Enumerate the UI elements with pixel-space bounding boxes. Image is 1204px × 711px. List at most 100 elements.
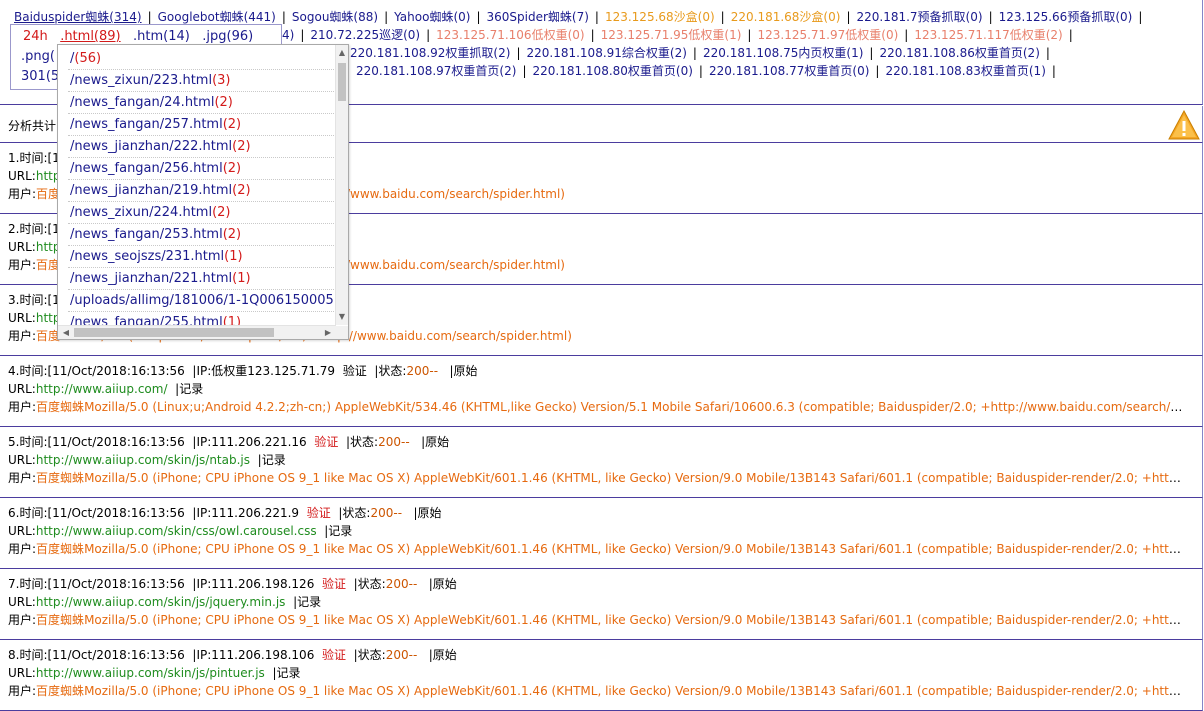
raw-link[interactable]: |原始 xyxy=(413,506,441,520)
entry-url-link[interactable]: http://www.aiiup.com/skin/js/jquery.min.… xyxy=(36,595,286,609)
record-link[interactable]: |记录 xyxy=(293,595,321,609)
filter-24h[interactable]: 24h xyxy=(23,29,48,44)
separator: | xyxy=(1068,28,1073,42)
dropdown-url-item[interactable]: /news_fangan/253.html(2) xyxy=(68,225,334,246)
filter-partial[interactable]: 4) xyxy=(282,28,294,42)
filter-301[interactable]: 301(5 xyxy=(21,69,59,84)
separator: | xyxy=(698,64,703,78)
dropdown-url-item[interactable]: /news_fangan/256.html(2) xyxy=(68,159,334,180)
entry-useragent: Mozilla/5.0 (iPhone; CPU iPhone OS 9_1 l… xyxy=(84,613,1188,627)
spider-filter-row-4: 220.181.108.97权重首页(2) | 220.181.108.80权重首页… xyxy=(356,62,1062,80)
entry-status-label: |状态: xyxy=(338,506,371,520)
filter-ip-weight-1[interactable]: 220.181.108.92权重抓取(2) xyxy=(350,46,510,60)
log-entry: 6.时间:[11/Oct/2018:16:13:56 |IP:111.206.2… xyxy=(0,498,1203,569)
scroll-down-arrow-icon[interactable]: ▼ xyxy=(336,311,348,323)
dropdown-url-count: (1) xyxy=(232,271,251,286)
filter-htm[interactable]: .htm(14) xyxy=(133,29,190,44)
dropdown-url-item[interactable]: /news_fangan/24.html(2) xyxy=(68,93,334,114)
separator: | xyxy=(300,28,305,42)
entry-url-line: URL:http://www.aiiup.com/skin/js/pintuer… xyxy=(8,664,301,682)
filter-ip-patrol[interactable]: 210.72.225巡逻(0) xyxy=(310,28,420,42)
filter-ip-home-2[interactable]: 220.181.108.80权重首页(0) xyxy=(532,64,692,78)
entry-status: 200-- xyxy=(378,435,410,449)
entry-ip: |IP:111.206.198.126 xyxy=(192,577,315,591)
dropdown-horizontal-scrollbar[interactable]: ◀ ▶ xyxy=(58,325,336,339)
dropdown-url-path: /news_jianzhan/222.html xyxy=(70,139,233,154)
dropdown-url-item[interactable]: /news_zixun/224.html(2) xyxy=(68,203,334,224)
entry-time: 8.时间:[11/Oct/2018:16:13:56 xyxy=(8,648,185,662)
record-link[interactable]: |记录 xyxy=(272,666,300,680)
filter-360spider[interactable]: 360Spider蜘蛛(7) xyxy=(487,10,589,24)
entry-url-link[interactable]: http://www.aiiup.com/ xyxy=(36,382,168,396)
verify-link[interactable]: 验证 xyxy=(307,506,331,520)
dropdown-url-item[interactable]: /news_jianzhan/221.html(1) xyxy=(68,269,334,290)
verify-link[interactable]: 验证 xyxy=(322,577,346,591)
raw-link[interactable]: |原始 xyxy=(421,435,449,449)
dropdown-vertical-scrollbar[interactable]: ▲ ▼ xyxy=(335,45,348,325)
filter-ip-low-3[interactable]: 123.125.71.97低权重(0) xyxy=(757,28,898,42)
filter-ip-low-1[interactable]: 123.125.71.106低权重(0) xyxy=(436,28,584,42)
filter-ip-weight-4[interactable]: 220.181.108.86权重首页(2) xyxy=(879,46,1039,60)
filter-ip-low-2[interactable]: 123.125.71.95低权重(1) xyxy=(601,28,742,42)
dropdown-url-item[interactable]: /news_zixun/223.html(3) xyxy=(68,71,334,92)
dropdown-url-count: (1) xyxy=(224,249,243,264)
raw-link[interactable]: |原始 xyxy=(429,648,457,662)
scroll-thumb-horizontal[interactable] xyxy=(74,328,274,337)
dropdown-url-item[interactable]: /news_jianzhan/222.html(2) xyxy=(68,137,334,158)
dropdown-url-item[interactable]: /news_seojszs/231.html(1) xyxy=(68,247,334,268)
filter-ip-sandbox-2[interactable]: 220.181.68沙盒(0) xyxy=(731,10,841,24)
separator: | xyxy=(846,10,851,24)
verify-link[interactable]: 验证 xyxy=(322,648,346,662)
dropdown-url-item[interactable]: /news_jianzhan/219.html(2) xyxy=(68,181,334,202)
separator: | xyxy=(692,46,697,60)
scroll-up-arrow-icon[interactable]: ▲ xyxy=(336,47,348,59)
filter-ip-home-3[interactable]: 220.181.108.77权重首页(0) xyxy=(709,64,869,78)
dropdown-url-item[interactable]: /news_fangan/257.html(2) xyxy=(68,115,334,136)
dropdown-url-path: /news_zixun/224.html xyxy=(70,205,213,220)
entry-url-label: URL: xyxy=(8,453,36,467)
scroll-right-arrow-icon[interactable]: ▶ xyxy=(322,326,334,339)
verify-link[interactable]: 验证 xyxy=(314,435,338,449)
filter-ip-weight-3[interactable]: 220.181.108.75内页权重(1) xyxy=(703,46,863,60)
scroll-left-arrow-icon[interactable]: ◀ xyxy=(60,326,72,339)
entry-url-label: URL: xyxy=(8,595,36,609)
entry-status: 200-- xyxy=(385,577,418,591)
scroll-thumb[interactable] xyxy=(338,63,346,101)
separator: | xyxy=(147,10,152,24)
verify-link[interactable]: 验证 xyxy=(343,364,367,378)
filter-png[interactable]: .png( xyxy=(21,49,55,64)
entry-url-link[interactable]: http://www.aiiup.com/skin/js/pintuer.js xyxy=(36,666,265,680)
filter-sogou[interactable]: Sogou蜘蛛(88) xyxy=(292,10,378,24)
entry-url-link[interactable]: http://www.aiiup.com/skin/css/owl.carous… xyxy=(36,524,317,538)
entry-status-label: |状态: xyxy=(374,364,407,378)
filter-baiduspider[interactable]: Baiduspider蜘蛛(314) xyxy=(14,10,142,24)
filter-ip-weight-2[interactable]: 220.181.108.91综合权重(2) xyxy=(526,46,686,60)
entry-time: 6.时间:[11/Oct/2018:16:13:56 xyxy=(8,506,185,520)
entry-time: 5.时间:[11/Oct/2018:16:13:56 xyxy=(8,435,185,449)
filter-ip-home-4[interactable]: 220.181.108.83权重首页(1) xyxy=(885,64,1045,78)
dropdown-url-count: (2) xyxy=(232,139,251,154)
filter-jpg[interactable]: .jpg(96) xyxy=(202,29,253,44)
entry-time: 1.时间:[1 xyxy=(8,151,60,165)
filter-ip-home-1[interactable]: 220.181.108.97权重首页(2) xyxy=(356,64,516,78)
filter-ip-prefetch-1[interactable]: 220.181.7预备抓取(0) xyxy=(856,10,982,24)
filter-yahoo[interactable]: Yahoo蜘蛛(0) xyxy=(394,10,470,24)
warning-icon[interactable] xyxy=(1168,110,1200,140)
record-link[interactable]: |记录 xyxy=(324,524,352,538)
filter-ip-prefetch-2[interactable]: 123.125.66预备抓取(0) xyxy=(999,10,1133,24)
filter-ip-low-4[interactable]: 123.125.71.117低权重(2) xyxy=(914,28,1062,42)
dropdown-url-item[interactable]: /uploads/allimg/181006/1-1Q00615000546 xyxy=(68,291,334,312)
raw-link[interactable]: |原始 xyxy=(429,577,457,591)
record-link[interactable]: |记录 xyxy=(175,382,203,396)
dropdown-url-item[interactable]: /(56) xyxy=(68,49,334,70)
record-link[interactable]: |记录 xyxy=(258,453,286,467)
filter-googlebot[interactable]: Googlebot蜘蛛(441) xyxy=(158,10,276,24)
entry-url-link[interactable]: http://www.aiiup.com/skin/js/ntab.js xyxy=(36,453,250,467)
filter-ip-sandbox-1[interactable]: 123.125.68沙盒(0) xyxy=(605,10,715,24)
entry-header-line: 5.时间:[11/Oct/2018:16:13:56 |IP:111.206.2… xyxy=(8,433,449,451)
url-dropdown[interactable]: /(56)/news_zixun/223.html(3)/news_fangan… xyxy=(57,44,349,340)
filter-html[interactable]: .html(89) xyxy=(60,29,120,44)
separator: | xyxy=(1051,64,1056,78)
separator: | xyxy=(904,28,909,42)
raw-link[interactable]: |原始 xyxy=(449,364,477,378)
